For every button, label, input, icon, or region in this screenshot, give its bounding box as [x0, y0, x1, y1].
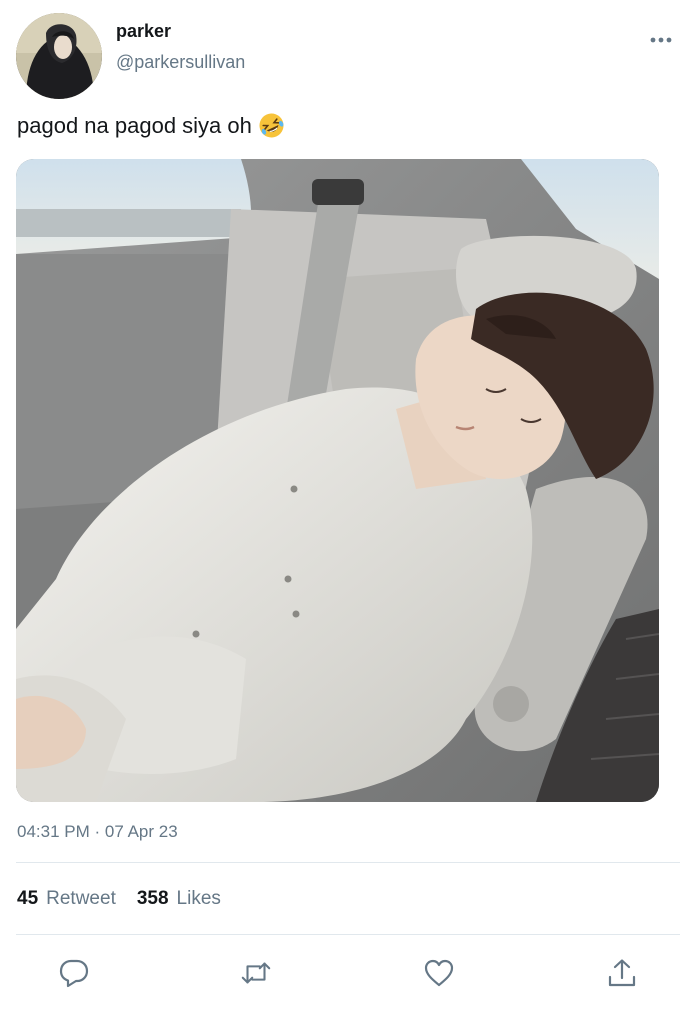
user-handle[interactable]: @parkersullivan [116, 52, 245, 73]
retweet-icon [241, 962, 271, 984]
share-icon [608, 959, 636, 987]
rolling-on-floor-laughing-emoji-icon [258, 112, 285, 139]
photo-image [16, 159, 659, 802]
more-options-button[interactable] [643, 28, 679, 52]
like-icon [424, 959, 454, 987]
divider [16, 862, 680, 863]
retweet-count[interactable]: 45 [17, 888, 38, 910]
share-button[interactable] [605, 956, 639, 990]
reply-icon [59, 959, 89, 988]
avatar-image [16, 13, 102, 99]
likes-count[interactable]: 358 [137, 888, 169, 910]
reply-button[interactable] [57, 956, 91, 990]
engagement-stats: 45 Retweet 358 Likes [17, 888, 221, 910]
display-name[interactable]: parker [116, 21, 171, 42]
more-dots-icon [650, 37, 672, 43]
likes-label[interactable]: Likes [177, 888, 221, 910]
divider [16, 934, 680, 935]
tweet-text-row: pagod na pagod siya oh [17, 112, 285, 139]
cutoff-fragment [18, 1018, 248, 1024]
retweet-label[interactable]: Retweet [46, 888, 116, 910]
like-button[interactable] [422, 956, 456, 990]
tweet-timestamp[interactable]: 04:31 PM · 07 Apr 23 [17, 822, 178, 842]
avatar[interactable] [16, 13, 102, 99]
tweet-photo[interactable] [16, 159, 659, 802]
retweet-button[interactable] [239, 956, 273, 990]
tweet-text: pagod na pagod siya oh [17, 112, 252, 138]
tweet-card: parker @parkersullivan pagod na pagod si… [0, 0, 697, 1024]
